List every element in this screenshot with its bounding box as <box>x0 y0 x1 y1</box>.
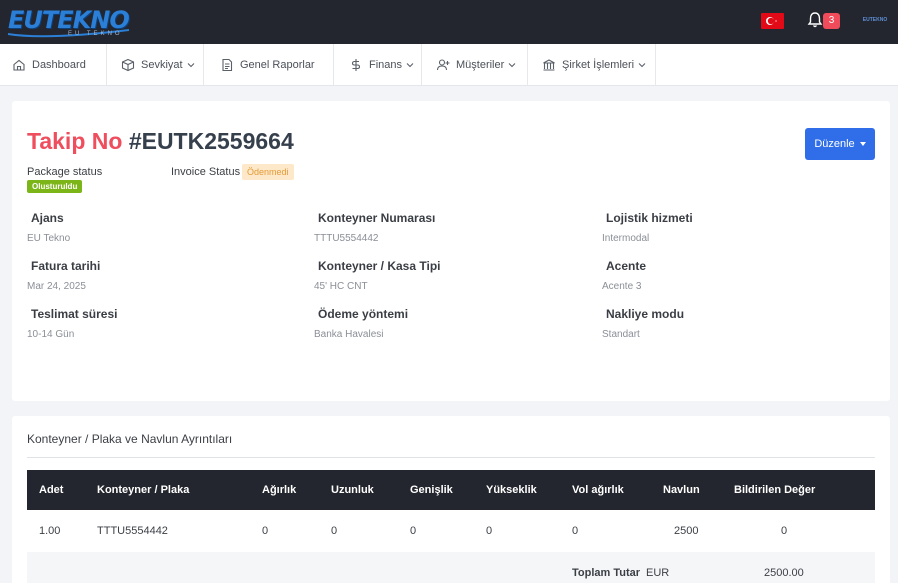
chevron-down-icon <box>508 63 516 68</box>
detail-key: Acente <box>606 259 647 273</box>
nav-label: Müşteriler <box>456 59 505 71</box>
table-row: 1.00 TTTU5554442 0 0 0 0 0 2500 0 <box>27 510 875 552</box>
table-cell: 0 <box>262 525 269 537</box>
package-status-badge: Olusturuldu <box>27 180 83 193</box>
edit-button-label: Düzenle <box>814 138 855 150</box>
total-value: 2500.00 <box>764 567 804 579</box>
detail-key: Konteyner Numarası <box>318 211 436 225</box>
detail-value: Standart <box>602 329 640 340</box>
table-cell: TTTU5554442 <box>97 525 168 537</box>
column-header: Yükseklik <box>486 484 537 496</box>
table-cell: 0 <box>781 525 788 537</box>
column-header: Uzunluk <box>331 484 374 496</box>
detail-key: Ajans <box>31 211 64 225</box>
detail-value: TTTU5554442 <box>314 233 379 244</box>
nav-finans[interactable]: Finans <box>334 44 422 86</box>
table-cell: 0 <box>572 525 579 537</box>
total-label: Toplam Tutar <box>572 567 641 579</box>
nav-genel-raporlar[interactable]: Genel Raporlar <box>204 44 334 86</box>
shipment-summary-card: Takip No #EUTK2559664 Düzenle Package st… <box>12 101 890 401</box>
freight-details-card: Konteyner / Plaka ve Navlun Ayrıntıları … <box>12 416 890 583</box>
nav-label: Sevkiyat <box>141 59 183 71</box>
column-header: Adet <box>39 484 64 496</box>
nav-label: Dashboard <box>32 59 86 71</box>
nav-dashboard[interactable]: Dashboard <box>0 44 107 86</box>
package-status-label: Package status <box>27 166 103 178</box>
detail-value: 45' HC CNT <box>314 281 368 292</box>
logo-text: EUTEKNO <box>8 6 130 34</box>
detail-value: Acente 3 <box>602 281 642 292</box>
table-header: Adet Konteyner / Plaka Ağırlık Uzunluk G… <box>27 470 875 510</box>
detail-key: Lojistik hizmeti <box>606 211 693 225</box>
column-header: Ağırlık <box>262 484 297 496</box>
page-title: Takip No #EUTK2559664 <box>27 128 294 155</box>
logo-subtext: EU TEKNO <box>68 31 123 37</box>
user-menu[interactable]: EUTEKNO <box>860 14 890 26</box>
table-total-row: Toplam Tutar EUR 2500.00 <box>27 552 875 583</box>
chevron-down-icon <box>187 63 194 68</box>
detail-key: Nakliye modu <box>606 307 685 321</box>
document-icon <box>222 58 233 72</box>
box-icon <box>121 58 135 72</box>
detail-value: Intermodal <box>602 233 650 244</box>
bank-icon <box>543 59 555 71</box>
nav-label: Genel Raporlar <box>240 59 315 71</box>
detail-key: Teslimat süresi <box>31 307 118 321</box>
table-cell: 0 <box>486 525 493 537</box>
divider <box>27 457 875 458</box>
column-header: Navlun <box>663 484 700 496</box>
nav-label: Şirket İşlemleri <box>562 59 635 71</box>
detail-key: Fatura tarihi <box>31 259 101 273</box>
nav-sirket-islemleri[interactable]: Şirket İşlemleri <box>528 44 656 86</box>
column-header: Bildirilen Değer <box>734 484 816 496</box>
chevron-down-icon <box>406 63 414 68</box>
notification-count-badge: 3 <box>823 13 840 29</box>
chevron-down-icon <box>638 63 646 68</box>
dollar-icon <box>351 59 361 71</box>
top-bar: EUTEKNO EU TEKNO 3 EUTEKNO <box>0 0 898 44</box>
nav-label: Finans <box>369 59 403 71</box>
detail-value: 10-14 Gün <box>27 329 75 340</box>
bell-icon[interactable] <box>806 11 824 29</box>
column-header: Konteyner / Plaka <box>97 484 190 496</box>
main-nav: Dashboard Sevkiyat Genel Raporlar Finans… <box>0 44 898 86</box>
nav-sevkiyat[interactable]: Sevkiyat <box>107 44 204 86</box>
column-header: Vol ağırlık <box>572 484 624 496</box>
detail-value: Mar 24, 2025 <box>27 281 86 292</box>
freight-table: Adet Konteyner / Plaka Ağırlık Uzunluk G… <box>27 470 875 583</box>
table-cell: 1.00 <box>39 525 61 537</box>
section-title: Konteyner / Plaka ve Navlun Ayrıntıları <box>27 432 233 446</box>
table-cell: 0 <box>410 525 417 537</box>
invoice-status-badge: Ödenmedi <box>242 164 294 180</box>
turkey-flag-icon[interactable] <box>761 13 784 29</box>
brand-logo[interactable]: EUTEKNO EU TEKNO <box>6 6 151 40</box>
detail-key: Konteyner / Kasa Tipi <box>318 259 441 273</box>
detail-value: EU Tekno <box>27 233 71 244</box>
tracking-number: #EUTK2559664 <box>128 128 294 154</box>
caret-down-icon <box>859 142 866 146</box>
total-currency: EUR <box>646 567 670 579</box>
table-cell: 0 <box>331 525 338 537</box>
nav-musteriler[interactable]: Müşteriler <box>422 44 528 86</box>
invoice-status-label: Invoice Status <box>171 166 241 178</box>
edit-dropdown-button[interactable]: Düzenle <box>805 128 875 160</box>
user-plus-icon <box>436 59 450 71</box>
table-cell: 2500 <box>674 525 699 537</box>
detail-key: Ödeme yöntemi <box>318 307 409 321</box>
home-icon <box>13 59 25 71</box>
title-label: Takip No <box>27 128 123 154</box>
detail-value: Banka Havalesi <box>314 329 384 340</box>
column-header: Genişlik <box>410 484 453 496</box>
